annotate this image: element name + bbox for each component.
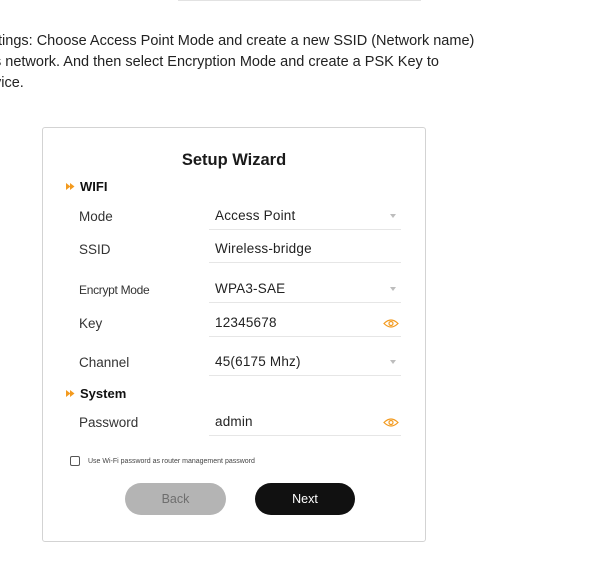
password-row: Password admin: [79, 406, 401, 436]
mode-row: Mode Access Point: [79, 200, 401, 230]
key-value: 12345678: [215, 315, 277, 330]
system-section-label: System: [80, 386, 127, 401]
ssid-value: Wireless-bridge: [215, 241, 312, 256]
setup-wizard-card: Setup Wizard WIFI Mode Access Point SSID…: [42, 127, 426, 542]
channel-row: Channel 45(6175 Mhz): [79, 346, 401, 376]
ssid-label: SSID: [79, 242, 111, 257]
caret-down-icon: [390, 214, 396, 218]
double-chevron-right-icon: [66, 183, 75, 190]
checkbox-label: Use Wi-Fi password as router management …: [88, 457, 255, 465]
mode-value: Access Point: [215, 208, 296, 223]
wifi-section-header: WIFI: [65, 179, 107, 194]
password-value: admin: [215, 414, 253, 429]
mode-select[interactable]: Access Point: [209, 202, 401, 230]
encrypt-mode-value: WPA3-SAE: [215, 281, 286, 296]
caret-down-icon: [390, 360, 396, 364]
encrypt-mode-row: Encrypt Mode WPA3-SAE: [79, 273, 401, 303]
key-input[interactable]: 12345678: [209, 309, 401, 337]
system-section-header: System: [65, 386, 126, 401]
ssid-row: SSID Wireless-bridge: [79, 233, 401, 263]
channel-select[interactable]: 45(6175 Mhz): [209, 348, 401, 376]
management-password-checkbox[interactable]: [70, 456, 80, 466]
back-button[interactable]: Back: [125, 483, 226, 515]
wifi-section-label: WIFI: [80, 179, 108, 194]
instruction-line-2: s network. And then select Encryption Mo…: [0, 54, 439, 70]
channel-label: Channel: [79, 355, 130, 370]
encrypt-mode-label: Encrypt Mode: [79, 283, 150, 297]
page-title: Setup Wizard: [181, 151, 287, 169]
management-password-option[interactable]: Use Wi-Fi password as router management …: [70, 456, 255, 466]
eye-icon[interactable]: [383, 417, 399, 428]
next-button[interactable]: Next: [255, 483, 355, 515]
divider: [178, 0, 421, 1]
double-chevron-right-icon: [66, 390, 75, 397]
caret-down-icon: [390, 287, 396, 291]
key-label: Key: [79, 316, 103, 331]
instruction-line-1: ttings: Choose Access Point Mode and cre…: [0, 33, 475, 49]
encrypt-mode-select[interactable]: WPA3-SAE: [209, 275, 401, 303]
ssid-input[interactable]: Wireless-bridge: [209, 235, 401, 263]
password-input[interactable]: admin: [209, 408, 401, 436]
instruction-line-3: vice.: [0, 75, 24, 91]
instruction-text: ttings: Choose Access Point Mode and cre…: [0, 31, 612, 94]
password-label: Password: [79, 415, 139, 430]
eye-icon[interactable]: [383, 318, 399, 329]
channel-value: 45(6175 Mhz): [215, 354, 301, 369]
key-row: Key 12345678: [79, 307, 401, 337]
mode-label: Mode: [79, 209, 113, 224]
